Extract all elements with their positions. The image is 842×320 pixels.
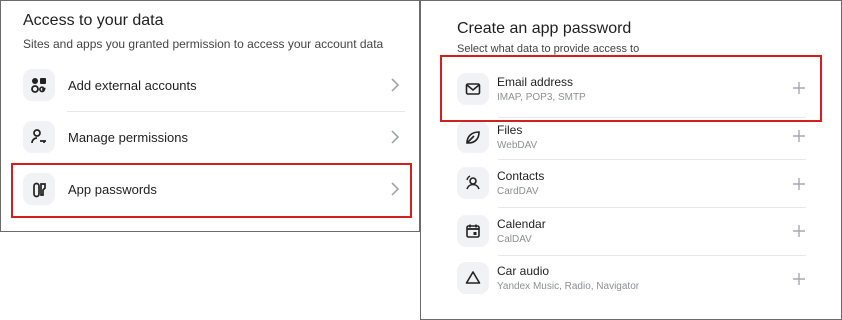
user-key-icon bbox=[23, 121, 55, 153]
access-to-your-data-panel: Access to your data Sites and apps you g… bbox=[0, 0, 420, 232]
create-app-password-panel: Create an app password Select what data … bbox=[420, 0, 842, 320]
add-external-accounts-item[interactable]: Add external accounts bbox=[23, 69, 403, 101]
calendar-icon bbox=[457, 215, 489, 247]
item-label: Add external accounts bbox=[68, 77, 197, 93]
calendar-item[interactable]: Calendar CalDAV bbox=[457, 215, 807, 247]
files-item[interactable]: Files WebDAV bbox=[457, 121, 807, 153]
item-sublabel: Yandex Music, Radio, Navigator bbox=[497, 281, 640, 292]
divider bbox=[498, 207, 806, 208]
divider bbox=[498, 255, 806, 256]
plus-icon[interactable] bbox=[792, 177, 806, 191]
item-label: Files bbox=[497, 123, 523, 137]
panel-title: Access to your data bbox=[23, 12, 164, 29]
item-label: Car audio bbox=[497, 264, 550, 278]
external-accounts-icon bbox=[23, 69, 55, 101]
panel-title: Create an app password bbox=[457, 20, 632, 37]
item-label: Calendar bbox=[497, 217, 546, 231]
contact-icon bbox=[457, 167, 489, 199]
plus-icon[interactable] bbox=[792, 129, 806, 143]
manage-permissions-item[interactable]: Manage permissions bbox=[23, 121, 403, 153]
plus-icon[interactable] bbox=[792, 272, 806, 286]
car-audio-icon bbox=[457, 262, 489, 294]
divider bbox=[498, 159, 806, 160]
chevron-right-icon bbox=[391, 130, 400, 144]
chevron-right-icon bbox=[391, 78, 400, 92]
divider bbox=[67, 111, 405, 112]
item-label: Manage permissions bbox=[68, 129, 188, 145]
item-sublabel: CardDAV bbox=[497, 186, 539, 197]
panel-subtitle: Select what data to provide access to bbox=[457, 43, 640, 55]
item-sublabel: CalDAV bbox=[497, 234, 532, 245]
contacts-item[interactable]: Contacts CardDAV bbox=[457, 167, 807, 199]
item-label: Contacts bbox=[497, 169, 545, 183]
panel-subtitle: Sites and apps you granted permission to… bbox=[23, 37, 384, 51]
highlight-box bbox=[11, 163, 412, 218]
highlight-box bbox=[440, 55, 822, 122]
car-audio-item[interactable]: Car audio Yandex Music, Radio, Navigator bbox=[457, 262, 807, 294]
leaf-icon bbox=[457, 121, 489, 153]
plus-icon[interactable] bbox=[792, 224, 806, 238]
item-sublabel: WebDAV bbox=[497, 140, 538, 151]
